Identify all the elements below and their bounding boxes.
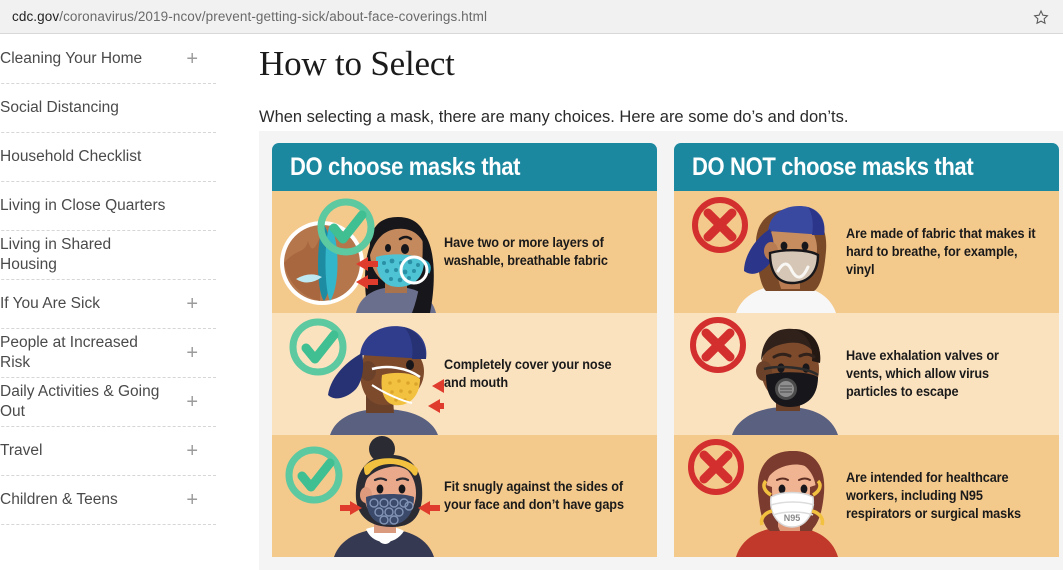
sidebar-item-travel[interactable]: Travel + [0, 427, 216, 476]
sidebar-item-label: Children & Teens [0, 491, 118, 509]
sidebar-item-label: Daily Activities & Going Out [0, 383, 160, 420]
do-row-2-text: Completely cover your nose and mouth [444, 357, 612, 390]
do-panel-header: DO choose masks that [272, 143, 657, 191]
plus-icon[interactable]: + [180, 294, 198, 314]
man-blue-cap-yellow-mask-illustration [272, 313, 444, 435]
sidebar-item-label: If You Are Sick [0, 295, 100, 313]
do-row-1: Have two or more layers of washable, bre… [272, 191, 657, 313]
sidebar-item-if-you-are-sick[interactable]: If You Are Sick + [0, 280, 216, 329]
do-not-row-2-text: Have exhalation valves or vents, which a… [846, 348, 999, 399]
do-not-row-2: Have exhalation valves or vents, which a… [674, 313, 1059, 435]
woman-teal-patterned-mask-illustration [272, 191, 444, 313]
sidebar-item-cleaning-your-home[interactable]: Cleaning Your Home + [0, 35, 216, 84]
plus-icon[interactable]: + [180, 343, 198, 363]
sidebar-navigation: Cleaning Your Home + Social Distancing +… [0, 35, 216, 570]
do-not-row-1: Are made of fabric that makes it hard to… [674, 191, 1059, 313]
woman-vinyl-mask-illustration [674, 191, 846, 313]
do-panel: DO choose masks that Have two or more la… [272, 143, 657, 570]
do-not-row-3: N95 Are intended for healthcare workers,… [674, 435, 1059, 557]
plus-icon[interactable]: + [180, 441, 198, 461]
woman-navy-patterned-mask-illustration [272, 435, 444, 557]
do-not-panel: DO NOT choose masks that Are made of fab… [674, 143, 1059, 570]
browser-url-bar[interactable]: cdc.gov/coronavirus/2019-ncov/prevent-ge… [0, 0, 1063, 34]
do-panel-header-label: DO choose masks that [290, 152, 521, 181]
do-row-3-text: Fit snugly against the sides of your fac… [444, 479, 624, 512]
url-path: /coronavirus/2019-ncov/prevent-getting-s… [59, 9, 488, 24]
do-not-row-1-text: Are made of fabric that makes it hard to… [846, 226, 1036, 277]
url-display[interactable]: cdc.gov/coronavirus/2019-ncov/prevent-ge… [0, 9, 487, 24]
mask-selection-infographic: DO choose masks that Have two or more la… [259, 131, 1063, 570]
sidebar-item-living-in-shared-housing[interactable]: Living in Shared Housing + [0, 231, 216, 280]
do-not-panel-header: DO NOT choose masks that [674, 143, 1059, 191]
man-valve-mask-illustration [674, 313, 846, 435]
do-row-1-text: Have two or more layers of washable, bre… [444, 235, 608, 268]
sidebar-item-household-checklist[interactable]: Household Checklist + [0, 133, 216, 182]
woman-n95-respirator-illustration: N95 [674, 435, 846, 557]
do-not-row-3-text: Are intended for healthcare workers, inc… [846, 470, 1022, 521]
sidebar-item-label: People at Increased Risk [0, 334, 138, 371]
bookmark-star-icon[interactable] [1033, 9, 1049, 25]
plus-icon[interactable]: + [180, 49, 198, 69]
page-title: How to Select [259, 44, 455, 83]
sidebar-item-label: Living in Close Quarters [0, 197, 166, 215]
plus-icon[interactable]: + [180, 392, 198, 412]
do-row-3: Fit snugly against the sides of your fac… [272, 435, 657, 557]
sidebar-item-label: Travel [0, 442, 43, 460]
do-not-panel-header-label: DO NOT choose masks that [692, 152, 974, 181]
sidebar-item-daily-activities-going-out[interactable]: Daily Activities & Going Out + [0, 378, 216, 427]
page-content: Cleaning Your Home + Social Distancing +… [0, 35, 1063, 570]
sidebar-item-children-teens[interactable]: Children & Teens + [0, 476, 216, 525]
sidebar-item-label: Household Checklist [0, 148, 142, 166]
sidebar-item-label: Cleaning Your Home [0, 50, 143, 68]
plus-icon[interactable]: + [180, 490, 198, 510]
do-row-2: Completely cover your nose and mouth [272, 313, 657, 435]
intro-paragraph: When selecting a mask, there are many ch… [259, 107, 849, 126]
sidebar-item-label: Social Distancing [0, 99, 119, 117]
url-domain: cdc.gov [12, 9, 60, 24]
sidebar-item-social-distancing[interactable]: Social Distancing + [0, 84, 216, 133]
n95-label: N95 [784, 513, 801, 523]
sidebar-item-living-in-close-quarters[interactable]: Living in Close Quarters + [0, 182, 216, 231]
sidebar-item-people-at-increased-risk[interactable]: People at Increased Risk + [0, 329, 216, 378]
sidebar-item-label: Living in Shared Housing [0, 236, 112, 273]
main-content: How to Select When selecting a mask, the… [259, 35, 1063, 570]
